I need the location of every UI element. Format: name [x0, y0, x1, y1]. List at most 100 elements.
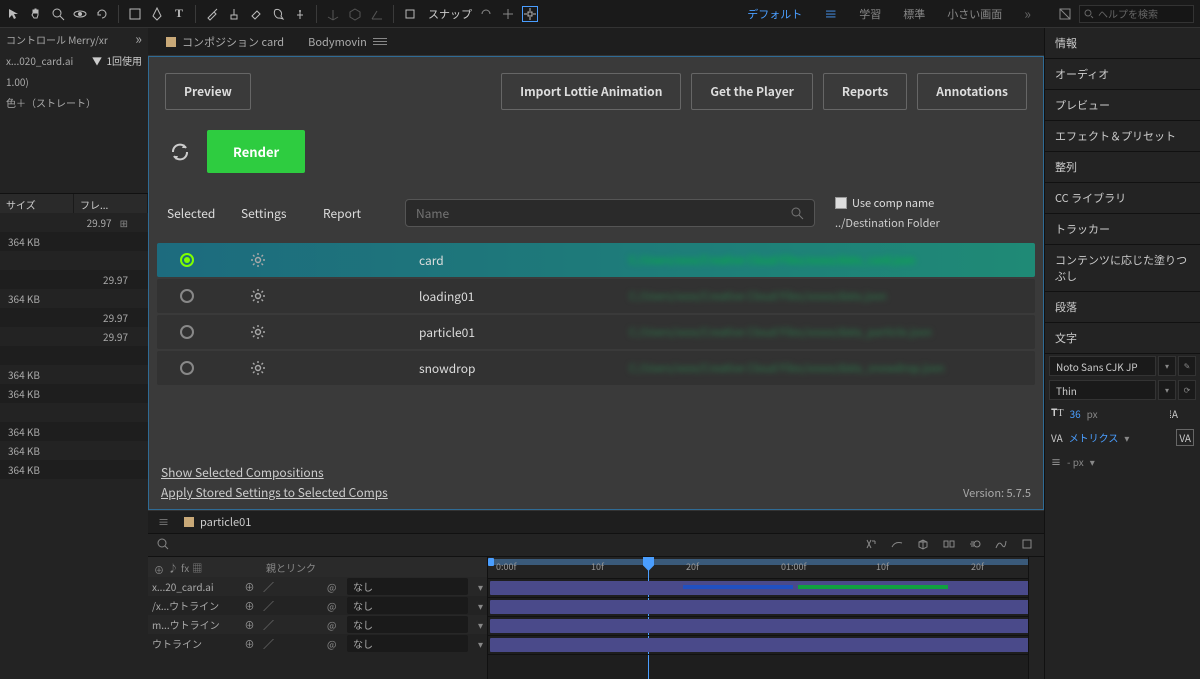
work-area[interactable] [490, 559, 1028, 565]
workspace-more-icon[interactable]: » [1024, 4, 1031, 24]
gear-icon[interactable] [217, 288, 299, 304]
parent-dropdown[interactable]: なし [347, 578, 468, 595]
apply-settings-link[interactable]: Apply Stored Settings to Selected Comps [161, 484, 388, 501]
eyedropper-icon[interactable]: ✎ [1178, 356, 1196, 376]
chevron-down-icon[interactable]: ▾ [1124, 430, 1129, 445]
font-weight-select[interactable]: Thin [1049, 380, 1156, 400]
panel-文字[interactable]: 文字 [1045, 323, 1200, 354]
track-area[interactable]: 0:00f10f20f01:00f10f20f02:00f10f20f [488, 557, 1028, 679]
list-item[interactable] [0, 346, 148, 365]
pen-tool-icon[interactable] [149, 6, 165, 22]
tl-motionblur-icon[interactable] [968, 537, 984, 553]
render-button[interactable]: Render [207, 130, 305, 173]
clone-tool-icon[interactable] [226, 6, 242, 22]
text-tool-icon[interactable]: T [171, 6, 187, 22]
workspace-learn[interactable]: 学習 [859, 6, 881, 22]
layer-row[interactable]: x...20_card.ai⊕╱@なし▾ [148, 577, 487, 596]
chevron-down-icon[interactable]: ▾ [1158, 356, 1176, 376]
gear-icon[interactable] [217, 360, 299, 376]
tl-frameblend-icon[interactable] [942, 537, 958, 553]
slash-icon[interactable]: ╱ [262, 579, 275, 594]
tl-search-icon[interactable] [156, 537, 172, 553]
layer-row[interactable]: m...ウトライン⊕╱@なし▾ [148, 615, 487, 634]
transform-icon[interactable]: ⊕ [243, 579, 256, 594]
reports-button[interactable]: Reports [823, 73, 907, 110]
pickwhip-icon[interactable]: @ [327, 617, 341, 632]
layer-row[interactable]: ウトライン⊕╱@なし▾ [148, 634, 487, 653]
layer-track[interactable] [488, 579, 1028, 598]
expand-arrow-icon[interactable]: » [135, 29, 142, 49]
layer-bar[interactable] [490, 600, 1028, 614]
destination-folder[interactable]: ../Destination Folder [835, 215, 965, 231]
axis-view-icon[interactable] [369, 6, 385, 22]
transform-icon[interactable]: ⊕ [243, 636, 256, 651]
font-family-select[interactable]: Noto Sans CJK JP [1049, 356, 1156, 376]
list-item[interactable]: 364 KB [0, 422, 148, 441]
list-item[interactable]: 29.97⊞ [0, 213, 148, 232]
tab-bodymovin[interactable]: Bodymovin [308, 34, 387, 58]
panel-段落[interactable]: 段落 [1045, 292, 1200, 323]
tab-composition[interactable]: コンポジション card [166, 34, 284, 50]
snap-grid-icon[interactable] [522, 6, 538, 22]
shape-tool-icon[interactable] [127, 6, 143, 22]
axis-local-icon[interactable] [325, 6, 341, 22]
workspace-standard[interactable]: 標準 [903, 6, 925, 22]
panel-コンテンツに応じた塗りつぶし[interactable]: コンテンツに応じた塗りつぶし [1045, 245, 1200, 292]
use-comp-name-checkbox[interactable]: Use comp name [835, 195, 965, 211]
list-item[interactable]: 364 KB [0, 232, 148, 251]
chevron-down-icon[interactable]: ▾ [478, 579, 483, 594]
timeline-scrollbar[interactable] [1028, 557, 1044, 679]
list-item[interactable]: 364 KB [0, 441, 148, 460]
import-button[interactable]: Import Lottie Animation [501, 73, 681, 110]
layer-track[interactable] [488, 598, 1028, 617]
snap-rect-icon[interactable] [402, 6, 418, 22]
select-radio[interactable] [157, 289, 217, 303]
roto-tool-icon[interactable] [270, 6, 286, 22]
layer-track[interactable] [488, 636, 1028, 655]
reset-icon[interactable] [1057, 6, 1073, 22]
slash-icon[interactable]: ╱ [262, 617, 275, 632]
chevron-down-icon[interactable]: ▾ [478, 636, 483, 651]
timeline-tab[interactable]: ≡ particle01 [148, 511, 1044, 533]
select-radio[interactable] [157, 361, 217, 375]
name-search[interactable] [405, 199, 815, 227]
snap-toggle-icon[interactable] [478, 6, 494, 22]
gear-icon[interactable] [217, 252, 299, 268]
rotate-tool-icon[interactable] [94, 6, 110, 22]
workspace-small[interactable]: 小さい画面 [947, 6, 1002, 22]
kerning-value[interactable]: メトリクス [1069, 430, 1119, 445]
comp-row[interactable]: snowdropC:/Users/xxxx/Creative Cloud Fil… [157, 351, 1035, 385]
slash-icon[interactable]: ╱ [262, 598, 275, 613]
hand-tool-icon[interactable] [28, 6, 44, 22]
get-player-button[interactable]: Get the Player [691, 73, 813, 110]
layer-row[interactable]: /x...ウトライン⊕╱@なし▾ [148, 596, 487, 615]
hamburger-icon[interactable] [373, 38, 387, 45]
col-frame[interactable]: フレ... [74, 194, 148, 213]
selection-tool-icon[interactable] [6, 6, 22, 22]
comp-row[interactable]: particle01C:/Users/xxxx/Creative Cloud F… [157, 315, 1035, 349]
list-item[interactable]: 364 KB [0, 289, 148, 308]
brush-tool-icon[interactable] [204, 6, 220, 22]
sync-icon[interactable]: ⟳ [1178, 380, 1196, 400]
timeline-menu-icon[interactable]: ≡ [158, 514, 178, 530]
chevron-down-icon[interactable]: ▾ [478, 617, 483, 632]
tl-shy-icon[interactable] [890, 537, 906, 553]
panel-エフェクト＆プリセット[interactable]: エフェクト＆プリセット [1045, 121, 1200, 152]
zoom-tool-icon[interactable] [50, 6, 66, 22]
parent-dropdown[interactable]: なし [347, 616, 468, 633]
list-item[interactable]: 364 KB [0, 384, 148, 403]
list-item[interactable] [0, 251, 148, 270]
eraser-tool-icon[interactable] [248, 6, 264, 22]
parent-dropdown[interactable]: なし [347, 635, 468, 652]
transform-icon[interactable]: ⊕ [243, 598, 256, 613]
font-size-value[interactable]: 36 [1070, 406, 1081, 421]
list-item[interactable] [0, 403, 148, 422]
list-item[interactable]: 29.97 [0, 270, 148, 289]
annotations-button[interactable]: Annotations [917, 73, 1027, 110]
select-radio[interactable] [157, 253, 217, 267]
parent-dropdown[interactable]: なし [347, 597, 468, 614]
preview-button[interactable]: Preview [165, 73, 251, 110]
axis-world-icon[interactable] [347, 6, 363, 22]
list-item[interactable]: 29.97 [0, 308, 148, 327]
tl-fx-icon[interactable] [864, 537, 880, 553]
